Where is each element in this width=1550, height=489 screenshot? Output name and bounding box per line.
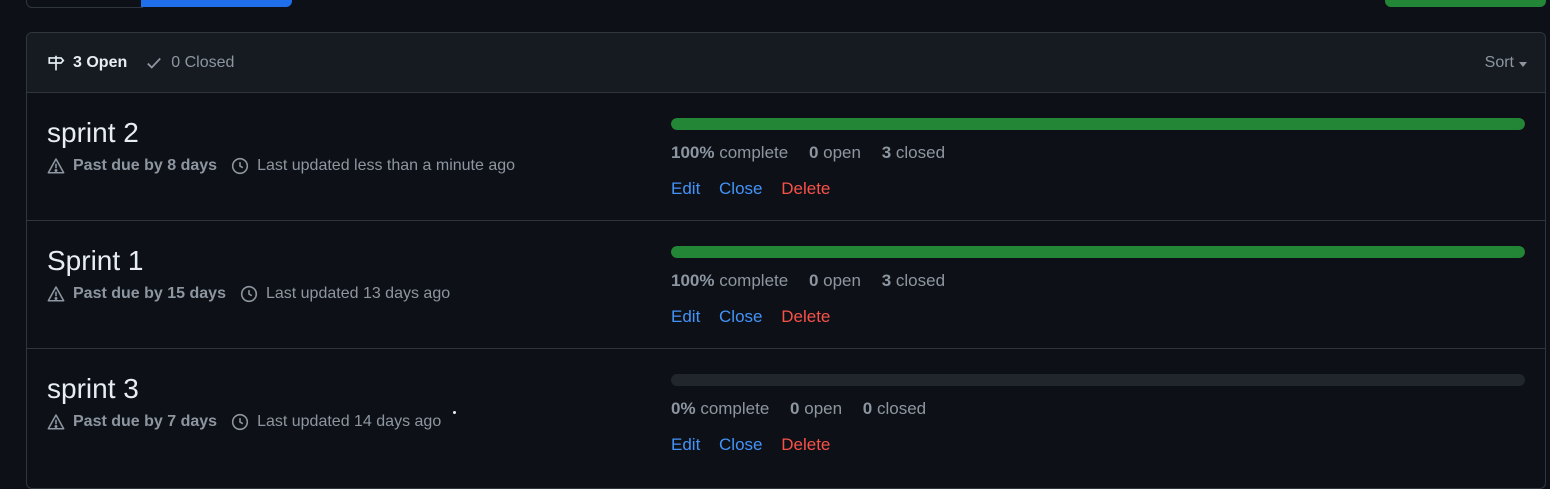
- close-link[interactable]: Close: [719, 435, 762, 454]
- milestone-row: sprint 2 Past due by 8 days Last updated…: [27, 93, 1545, 221]
- delete-link[interactable]: Delete: [781, 435, 830, 454]
- progress-bar: [671, 246, 1525, 258]
- last-updated-label: Last updated 13 days ago: [265, 285, 451, 302]
- clock-icon: [240, 285, 258, 303]
- milestone-stats: 100% complete 0 open 3 closed: [671, 143, 961, 163]
- milestone-icon: [48, 55, 65, 70]
- delete-link[interactable]: Delete: [781, 179, 830, 198]
- milestones-list-header: 3 Open 0 Closed Sort: [27, 33, 1545, 93]
- milestone-meta: Past due by 8 days Last updated less tha…: [47, 157, 515, 175]
- closed-milestones-tab[interactable]: 0 Closed: [145, 54, 234, 72]
- milestone-stats: 0% complete 0 open 0 closed: [671, 399, 942, 419]
- closed-issues-count: 0 closed: [862, 399, 927, 418]
- past-due-label: Past due by 7 days: [73, 413, 218, 430]
- sort-dropdown[interactable]: Sort: [1485, 33, 1527, 93]
- milestone-title[interactable]: sprint 2: [47, 117, 139, 149]
- close-link[interactable]: Close: [719, 307, 762, 326]
- edit-link[interactable]: Edit: [671, 307, 700, 326]
- alert-icon: [47, 158, 65, 174]
- milestone-row: sprint 3 Past due by 7 days Last updated…: [27, 349, 1545, 477]
- percent-complete: 100% complete: [671, 143, 789, 162]
- milestone-meta: Past due by 15 days Last updated 13 days…: [47, 285, 450, 303]
- sort-label: Sort: [1484, 54, 1514, 71]
- milestone-actions: Edit Close Delete: [671, 179, 844, 199]
- last-updated-label: Last updated 14 days ago: [257, 413, 442, 430]
- milestone-title[interactable]: sprint 3: [47, 373, 139, 405]
- milestones-list: 3 Open 0 Closed Sort sprint 2 Past due b…: [26, 32, 1546, 489]
- progress-bar: [671, 374, 1525, 386]
- milestone-row: Sprint 1 Past due by 15 days Last update…: [27, 221, 1545, 349]
- top-toolbar-strip: [0, 0, 1550, 10]
- percent-complete: 0% complete: [671, 399, 770, 418]
- closed-issues-count: 3 closed: [881, 271, 946, 290]
- closed-count-label: 0 Closed: [171, 53, 235, 71]
- clock-icon: [231, 413, 249, 431]
- closed-issues-count: 3 closed: [881, 143, 946, 162]
- clock-icon: [231, 157, 249, 175]
- milestones-segment-button[interactable]: [141, 0, 292, 7]
- past-due-label: Past due by 8 days: [73, 157, 218, 174]
- past-due-label: Past due by 15 days: [73, 285, 226, 302]
- open-count-label: 3 Open: [73, 53, 128, 71]
- progress-bar-fill: [671, 246, 1525, 258]
- edit-link[interactable]: Edit: [671, 179, 700, 198]
- cursor-dot: [453, 411, 456, 414]
- milestone-actions: Edit Close Delete: [671, 435, 844, 455]
- progress-bar: [671, 118, 1525, 130]
- alert-icon: [47, 286, 65, 302]
- chevron-down-icon: [1519, 61, 1527, 67]
- delete-link[interactable]: Delete: [781, 307, 830, 326]
- open-issues-count: 0 open: [808, 271, 861, 290]
- open-milestones-tab[interactable]: 3 Open: [47, 54, 127, 72]
- milestone-title[interactable]: Sprint 1: [47, 245, 144, 277]
- close-link[interactable]: Close: [719, 179, 762, 198]
- milestone-meta: Past due by 7 days Last updated 14 days …: [47, 413, 441, 431]
- check-icon: [147, 57, 162, 69]
- alert-icon: [47, 414, 65, 430]
- percent-complete: 100% complete: [671, 271, 789, 290]
- open-issues-count: 0 open: [808, 143, 861, 162]
- milestone-stats: 100% complete 0 open 3 closed: [671, 271, 961, 291]
- progress-bar-fill: [671, 118, 1525, 130]
- edit-link[interactable]: Edit: [671, 435, 700, 454]
- last-updated-label: Last updated less than a minute ago: [257, 157, 516, 174]
- new-milestone-button[interactable]: [1385, 0, 1546, 7]
- open-issues-count: 0 open: [790, 399, 843, 418]
- labels-segment-button[interactable]: [26, 0, 143, 8]
- milestone-actions: Edit Close Delete: [671, 307, 844, 327]
